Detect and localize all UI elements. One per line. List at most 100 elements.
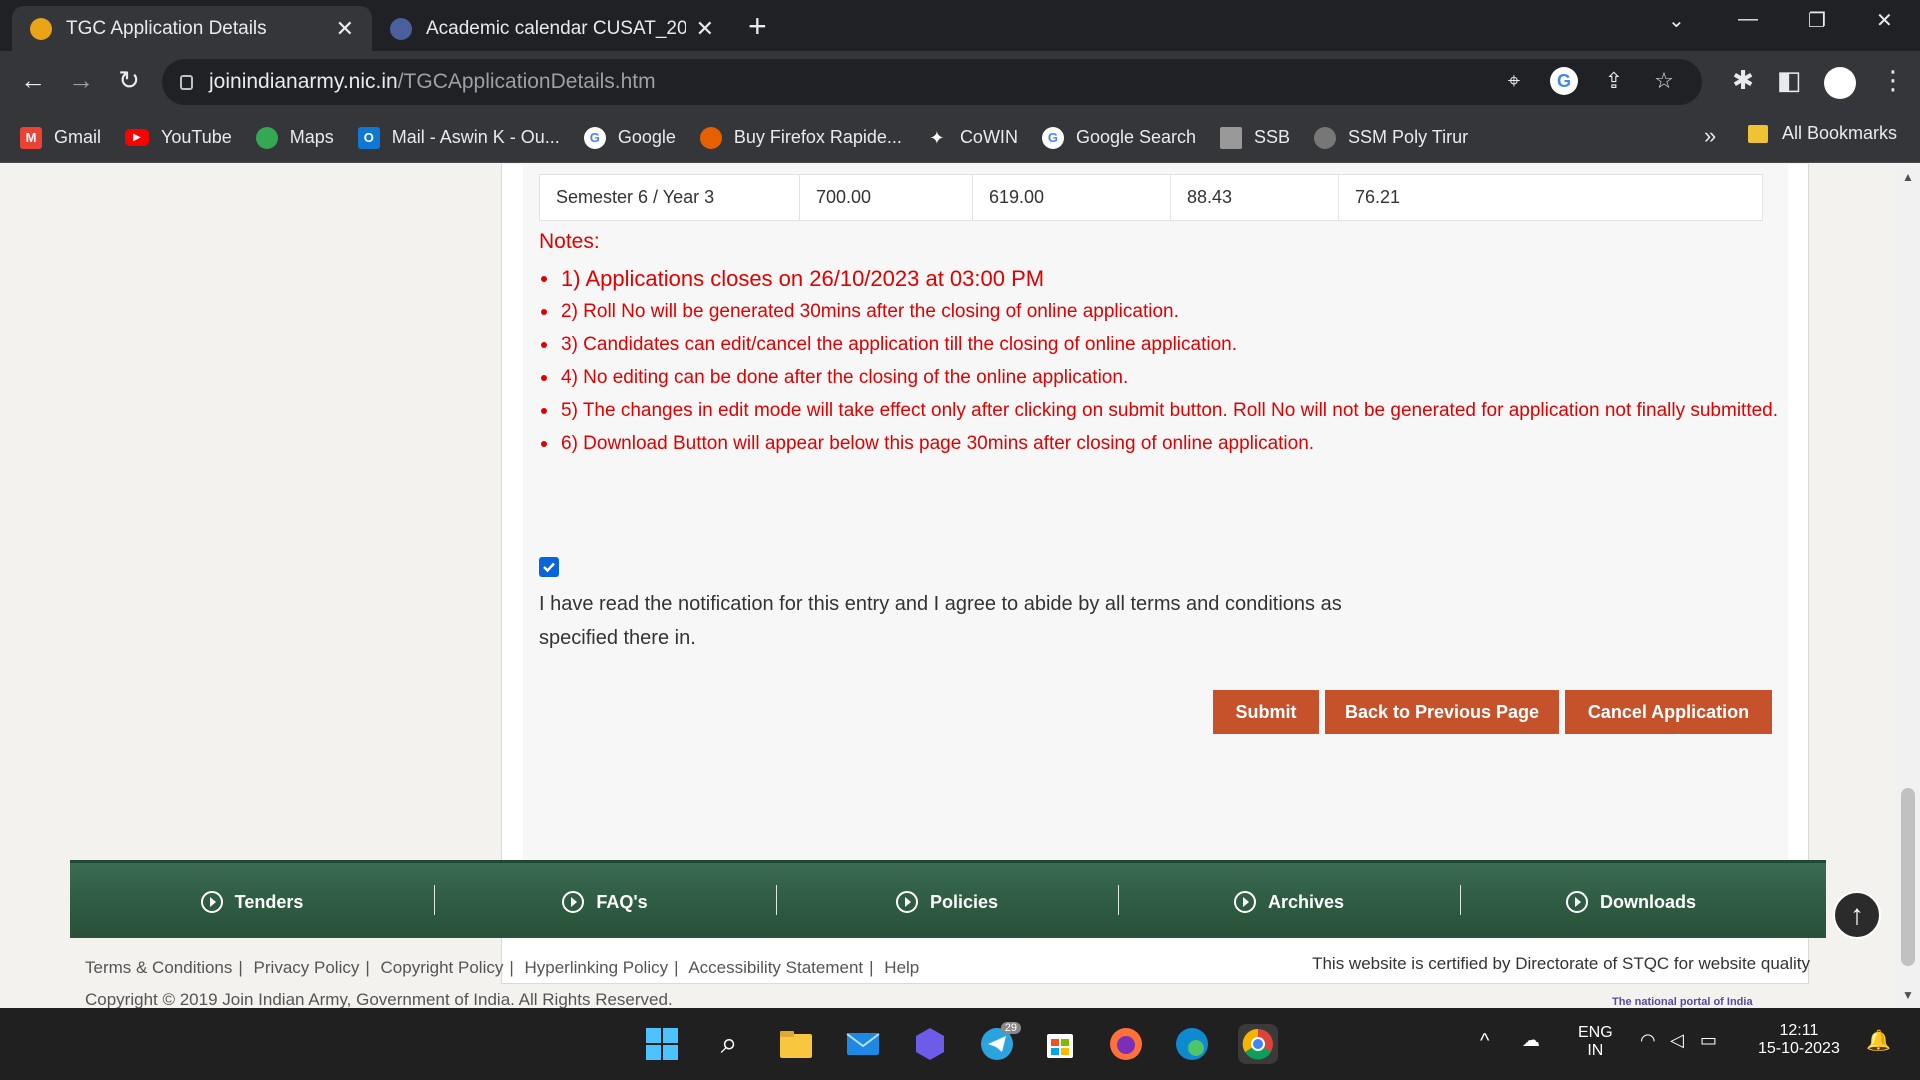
firefox-icon[interactable] bbox=[1106, 1024, 1146, 1064]
address-bar[interactable]: joinindianarmy.nic.in/TGCApplicationDeta… bbox=[162, 59, 1702, 105]
windows-start-icon[interactable] bbox=[642, 1024, 682, 1064]
notes-title: Notes: bbox=[539, 230, 600, 253]
minimize-icon[interactable]: — bbox=[1738, 8, 1758, 31]
footer-archives-link[interactable]: Archives bbox=[1118, 863, 1460, 941]
more-bookmarks-chevron-icon[interactable]: » bbox=[1704, 123, 1716, 149]
cusat-favicon-icon bbox=[390, 17, 412, 40]
clock[interactable]: 12:11 15-10-2023 bbox=[1758, 1022, 1840, 1058]
cancel-application-button[interactable]: Cancel Application bbox=[1565, 690, 1772, 734]
close-tab-icon[interactable]: ✕ bbox=[696, 16, 714, 42]
firefox-icon bbox=[699, 126, 722, 149]
tab-search-chevron-icon[interactable]: ⌄ bbox=[1668, 8, 1685, 33]
forward-arrow-icon[interactable]: → bbox=[64, 65, 98, 96]
footer-policies-link[interactable]: Policies bbox=[776, 863, 1118, 941]
profile-avatar[interactable] bbox=[1824, 67, 1856, 99]
scrollbar-thumb[interactable] bbox=[1901, 788, 1915, 966]
copyright-policy-link[interactable]: Copyright Policy bbox=[381, 958, 504, 977]
note-item: 6) Download Button will appear below thi… bbox=[539, 427, 1779, 460]
footer-faqs-link[interactable]: FAQ's bbox=[434, 863, 776, 941]
new-tab-plus-icon[interactable]: + bbox=[748, 8, 767, 45]
submit-button[interactable]: Submit bbox=[1213, 690, 1319, 734]
battery-icon[interactable]: ▭ bbox=[1700, 1030, 1717, 1051]
file-explorer-icon[interactable] bbox=[776, 1024, 816, 1064]
bookmark-cowin[interactable]: ✦ CoWIN bbox=[926, 127, 1018, 149]
location-pin-icon[interactable]: ⌖ bbox=[1500, 67, 1528, 95]
edge-icon[interactable] bbox=[1172, 1024, 1212, 1064]
scroll-down-arrow-icon[interactable]: ▼ bbox=[1902, 988, 1914, 1002]
tab-academic-calendar[interactable]: Academic calendar CUSAT_2023 ✕ bbox=[372, 6, 732, 51]
bookmark-maps[interactable]: Maps bbox=[255, 126, 334, 149]
footer-nav: Tenders FAQ's Policies Archives Download… bbox=[70, 860, 1826, 938]
privacy-policy-link[interactable]: Privacy Policy bbox=[254, 958, 360, 977]
maps-pin-icon bbox=[255, 126, 278, 149]
accessibility-statement-link[interactable]: Accessibility Statement bbox=[688, 958, 863, 977]
national-portal-logo[interactable]: The national portal of India bbox=[1612, 996, 1753, 1008]
note-item: 4) No editing can be done after the clos… bbox=[539, 361, 1779, 394]
play-circle-icon bbox=[1233, 891, 1256, 913]
copilot-icon[interactable] bbox=[910, 1024, 950, 1064]
wifi-icon[interactable]: ◠ bbox=[1640, 1030, 1656, 1051]
folder-icon bbox=[1748, 124, 1768, 143]
scroll-up-arrow-icon[interactable]: ▲ bbox=[1902, 170, 1914, 184]
tab-tgc-application-details[interactable]: TGC Application Details ✕ bbox=[12, 6, 372, 51]
globe-icon bbox=[1314, 126, 1337, 149]
bookmark-mail[interactable]: O Mail - Aswin K - Ou... bbox=[357, 126, 560, 149]
help-link[interactable]: Help bbox=[884, 958, 919, 977]
chrome-icon[interactable] bbox=[1238, 1024, 1278, 1064]
search-icon[interactable]: ⌕ bbox=[709, 1024, 749, 1064]
play-circle-icon bbox=[895, 891, 918, 913]
bookmark-star-icon[interactable]: ☆ bbox=[1650, 67, 1678, 95]
bookmark-youtube[interactable]: ▶ YouTube bbox=[125, 127, 232, 148]
tray-chevron-up-icon[interactable]: ^ bbox=[1480, 1030, 1489, 1053]
share-icon[interactable]: ⇪ bbox=[1600, 67, 1628, 95]
browser-tab-strip: TGC Application Details ✕ Academic calen… bbox=[0, 0, 1920, 51]
windows-taskbar: ⌕ 29 ^ ☁ ENG IN ◠ ◁ ▭ 12:11 15-10-2023 🔔 bbox=[0, 1008, 1920, 1080]
vertical-scrollbar[interactable]: ▲ ▼ bbox=[1896, 164, 1920, 1008]
bookmark-google-search[interactable]: G Google Search bbox=[1041, 126, 1196, 149]
telegram-icon[interactable]: 29 bbox=[977, 1022, 1021, 1064]
footer-tenders-link[interactable]: Tenders bbox=[70, 863, 434, 941]
copyright-text: Copyright © 2019 Join Indian Army, Gover… bbox=[85, 990, 673, 1008]
bookmark-google[interactable]: G Google bbox=[583, 126, 676, 149]
bookmark-ssb[interactable]: SSB bbox=[1220, 126, 1290, 149]
bookmark-firefox[interactable]: Buy Firefox Rapide... bbox=[699, 126, 902, 149]
terms-link[interactable]: Terms & Conditions bbox=[85, 958, 232, 977]
google-icon: G bbox=[583, 126, 606, 149]
chrome-menu-kebab-icon[interactable]: ⋮ bbox=[1876, 65, 1910, 96]
note-item: 3) Candidates can edit/cancel the applic… bbox=[539, 328, 1779, 361]
tab-title: TGC Application Details bbox=[66, 17, 267, 39]
volume-icon[interactable]: ◁ bbox=[1670, 1030, 1684, 1051]
extensions-puzzle-icon[interactable]: ✱ bbox=[1726, 65, 1760, 96]
close-tab-icon[interactable]: ✕ bbox=[336, 16, 354, 42]
tab-title: Academic calendar CUSAT_2023 bbox=[426, 17, 686, 39]
all-bookmarks-button[interactable]: All Bookmarks bbox=[1748, 123, 1897, 144]
reload-icon[interactable]: ↻ bbox=[112, 65, 146, 96]
google-icon: G bbox=[1041, 126, 1064, 149]
side-panel-icon[interactable]: ◧ bbox=[1772, 65, 1806, 96]
marks-table: Semester 6 / Year 3 700.00 619.00 88.43 … bbox=[539, 174, 1763, 221]
back-to-previous-page-button[interactable]: Back to Previous Page bbox=[1325, 690, 1559, 734]
onedrive-error-icon[interactable]: ☁ bbox=[1522, 1030, 1540, 1051]
hyperlinking-policy-link[interactable]: Hyperlinking Policy bbox=[525, 958, 669, 977]
notification-bell-icon[interactable]: 🔔 bbox=[1866, 1028, 1891, 1053]
play-circle-icon bbox=[1565, 891, 1588, 913]
restore-icon[interactable]: ❐ bbox=[1808, 8, 1826, 33]
scroll-to-top-arrow-icon[interactable]: ↑ bbox=[1833, 891, 1881, 939]
bookmark-ssm-poly[interactable]: SSM Poly Tirur bbox=[1314, 126, 1468, 149]
footer-downloads-link[interactable]: Downloads bbox=[1460, 863, 1802, 941]
gmail-icon: M bbox=[20, 126, 42, 149]
bookmark-gmail[interactable]: M Gmail bbox=[20, 126, 101, 149]
play-circle-icon bbox=[562, 891, 585, 913]
agree-checkbox[interactable] bbox=[539, 557, 559, 577]
close-window-icon[interactable]: ✕ bbox=[1876, 8, 1893, 33]
youtube-icon: ▶ bbox=[125, 129, 150, 146]
google-lens-icon[interactable]: G bbox=[1550, 67, 1578, 95]
lock-icon[interactable] bbox=[180, 74, 193, 90]
microsoft-store-icon[interactable] bbox=[1040, 1024, 1080, 1064]
table-cell: Semester 6 / Year 3 bbox=[539, 174, 800, 221]
back-arrow-icon[interactable]: ← bbox=[16, 65, 50, 96]
mail-icon[interactable] bbox=[843, 1024, 883, 1064]
bookmarks-bar: M Gmail ▶ YouTube Maps O Mail - Aswin K - O… bbox=[0, 113, 1920, 163]
language-indicator[interactable]: ENG IN bbox=[1578, 1024, 1613, 1060]
cowin-icon: ✦ bbox=[929, 127, 945, 148]
